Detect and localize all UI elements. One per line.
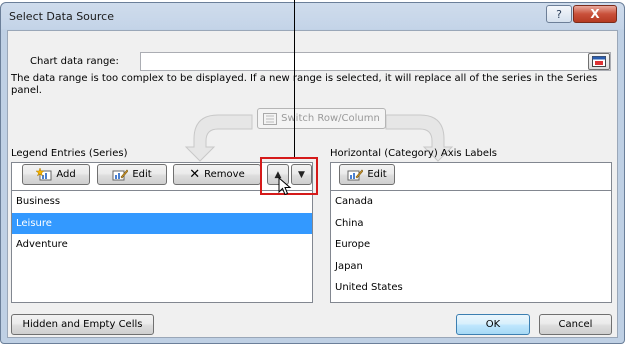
remove-series-button[interactable]: ✕ Remove — [173, 164, 261, 185]
remove-series-label: Remove — [204, 169, 245, 180]
edit-icon — [347, 169, 364, 181]
list-item[interactable]: Japan — [331, 256, 611, 278]
collapse-dialog-icon — [592, 56, 606, 67]
list-item[interactable]: Adventure — [12, 234, 312, 256]
edit-axis-labels-button[interactable]: Edit — [339, 164, 395, 185]
axis-labels-label: Horizontal (Category) Axis Labels — [330, 148, 498, 159]
ok-label: OK — [485, 319, 501, 330]
switch-row-column-button[interactable]: Switch Row/Column — [257, 108, 386, 129]
hidden-empty-cells-label: Hidden and Empty Cells — [22, 319, 143, 330]
help-icon: ? — [556, 7, 562, 21]
axis-item-label: Japan — [335, 260, 363, 272]
list-item[interactable]: Canada — [331, 191, 611, 213]
title-bar: Select Data Source ? X — [1, 3, 624, 30]
list-item[interactable]: Europe — [331, 234, 611, 256]
switch-row-column-label: Switch Row/Column — [281, 113, 380, 124]
left-curved-arrow-icon — [184, 114, 253, 162]
axis-item-label: Europe — [335, 239, 371, 250]
cursor-icon — [278, 177, 292, 196]
series-label: Adventure — [16, 239, 68, 250]
legend-entries-label: Legend Entries (Series) — [11, 148, 128, 159]
axis-labels-list: Canada China Europe Japan United States — [330, 190, 612, 303]
axis-item-label: China — [335, 217, 364, 229]
ok-button[interactable]: OK — [456, 314, 530, 335]
hidden-empty-cells-button[interactable]: Hidden and Empty Cells — [11, 314, 154, 335]
chart-data-range-input[interactable] — [140, 52, 611, 71]
close-icon: X — [590, 7, 600, 21]
dialog-title: Select Data Source — [9, 10, 114, 23]
add-series-button[interactable]: Add — [22, 164, 90, 185]
add-series-icon — [36, 168, 52, 181]
axis-item-label: United States — [335, 282, 403, 293]
info-message: The data range is too complex to be disp… — [11, 73, 598, 96]
series-label: Business — [16, 196, 61, 207]
remove-x-icon: ✕ — [189, 167, 201, 182]
close-button[interactable]: X — [573, 5, 617, 23]
edit-series-button[interactable]: Edit — [97, 164, 167, 185]
edit-series-label: Edit — [132, 169, 152, 180]
list-item[interactable]: United States — [331, 277, 611, 299]
edit-icon — [112, 169, 129, 181]
chart-data-range-label: Chart data range: — [30, 56, 119, 67]
switch-icon — [263, 112, 278, 125]
help-button[interactable]: ? — [546, 5, 572, 23]
list-item[interactable]: China — [331, 213, 611, 235]
axis-item-label: Canada — [335, 196, 374, 207]
legend-series-list: Business Leisure Adventure — [11, 190, 313, 303]
series-label: Leisure — [16, 217, 52, 229]
collapse-dialog-button[interactable] — [588, 53, 610, 70]
cancel-label: Cancel — [558, 319, 593, 330]
edit-axis-labels-label: Edit — [367, 169, 387, 180]
list-item[interactable]: Leisure — [12, 212, 312, 234]
add-series-label: Add — [56, 169, 76, 180]
cancel-button[interactable]: Cancel — [539, 314, 612, 335]
callout-line — [294, 0, 295, 158]
